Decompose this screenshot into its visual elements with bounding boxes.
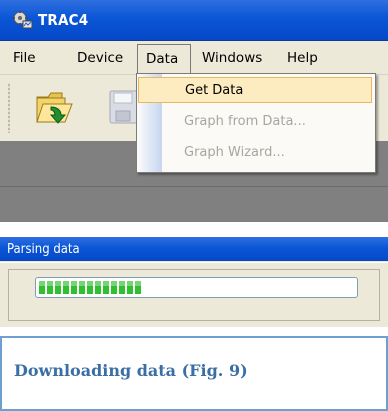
menu-bar: File Device Windows Help [0,41,388,75]
toolbar-grip[interactable] [8,83,10,133]
menu-item-graph-wizard: Graph Wizard... [184,145,285,160]
title-bar: TRAC4 [0,0,388,41]
progress-fill [39,281,143,294]
parsing-progress-bar [35,277,358,298]
parsing-window-title: Parsing data [7,242,80,257]
title-separator [0,262,388,263]
menu-file[interactable]: File [13,50,36,66]
caption-box: Downloading data (Fig. 9) [0,336,388,411]
menu-data[interactable]: Data [146,51,178,67]
window-title: TRAC4 [38,11,89,29]
save-disk-icon[interactable] [108,89,138,125]
menu-help[interactable]: Help [287,50,318,66]
parsing-data-window: Parsing data [0,237,388,327]
workspace-divider [0,186,388,187]
trac4-window: TRAC4 File Device Windows Help Data Get … [0,0,388,222]
trac4-app-icon [13,11,33,29]
data-dropdown-menu: Get Data Graph from Data... Graph Wizard… [136,73,376,173]
parsing-title-bar: Parsing data [0,237,388,261]
figure-caption: Downloading data (Fig. 9) [14,361,248,380]
menu-device[interactable]: Device [77,50,123,66]
menu-item-graph-from-data: Graph from Data... [184,114,306,129]
open-folder-icon[interactable] [34,87,76,127]
menu-item-get-data[interactable]: Get Data [138,77,372,103]
menu-windows[interactable]: Windows [202,50,262,66]
menu-data-open[interactable]: Data [137,44,191,75]
